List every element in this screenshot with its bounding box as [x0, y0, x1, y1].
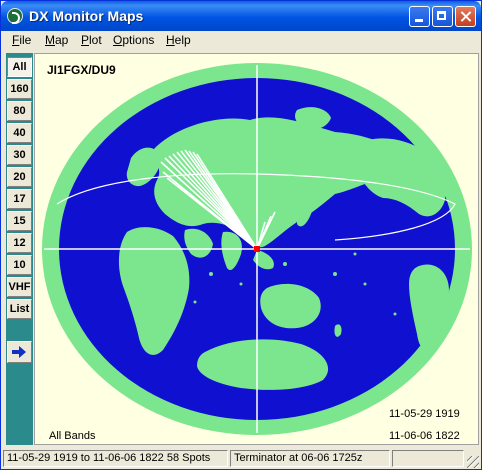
azimuthal-world-map[interactable] — [35, 54, 478, 444]
band-button-10[interactable]: 10 — [7, 255, 32, 275]
status-bar: 11-05-29 1919 to 11-06-06 1822 58 Spots … — [1, 448, 481, 469]
menu-plot[interactable]: Plot — [81, 33, 102, 47]
app-window: DX Monitor Maps File Map Plot Options He… — [0, 0, 482, 470]
minimize-button[interactable] — [409, 6, 430, 27]
band-button-12[interactable]: 12 — [7, 233, 32, 253]
band-button-160[interactable]: 160 — [7, 79, 32, 99]
status-terminator: Terminator at 06-06 1725z — [230, 450, 390, 467]
band-button-40[interactable]: 40 — [7, 123, 32, 143]
bands-label: All Bands — [49, 430, 96, 442]
home-location-marker — [254, 246, 260, 252]
right-arrow-icon — [12, 346, 26, 358]
band-button-17[interactable]: 17 — [7, 189, 32, 209]
status-range: 11-05-29 1919 to 11-06-06 1822 58 Spots — [3, 450, 228, 467]
menu-map[interactable]: Map — [45, 33, 68, 47]
window-title: DX Monitor Maps — [29, 8, 144, 24]
band-button-vhf[interactable]: VHF — [7, 277, 32, 297]
band-sidebar: All 160 80 40 30 20 17 15 12 10 VHF List — [6, 53, 33, 445]
date-from-label: 11-05-29 1919 — [389, 408, 460, 420]
band-button-15[interactable]: 15 — [7, 211, 32, 231]
band-button-all[interactable]: All — [7, 57, 32, 77]
title-bar[interactable]: DX Monitor Maps — [1, 1, 481, 31]
band-button-20[interactable]: 20 — [7, 167, 32, 187]
app-logo-icon[interactable] — [7, 8, 23, 24]
date-to-label: 11-06-06 1822 — [389, 430, 460, 442]
menu-file[interactable]: File — [12, 33, 31, 47]
map-area[interactable]: JI1FGX/DU9 All Bands 11-05-29 1919 11-06… — [34, 53, 479, 445]
resize-grip-icon[interactable] — [467, 456, 479, 468]
next-arrow-button[interactable] — [7, 341, 32, 363]
status-extra — [392, 450, 464, 467]
band-button-30[interactable]: 30 — [7, 145, 32, 165]
band-button-list[interactable]: List — [7, 299, 32, 319]
band-button-80[interactable]: 80 — [7, 101, 32, 121]
menu-options[interactable]: Options — [113, 33, 154, 47]
callsign-label: JI1FGX/DU9 — [47, 63, 116, 77]
close-button[interactable] — [455, 6, 476, 27]
maximize-button[interactable] — [432, 6, 453, 27]
menu-help[interactable]: Help — [166, 33, 191, 47]
menu-bar: File Map Plot Options Help — [1, 31, 481, 51]
